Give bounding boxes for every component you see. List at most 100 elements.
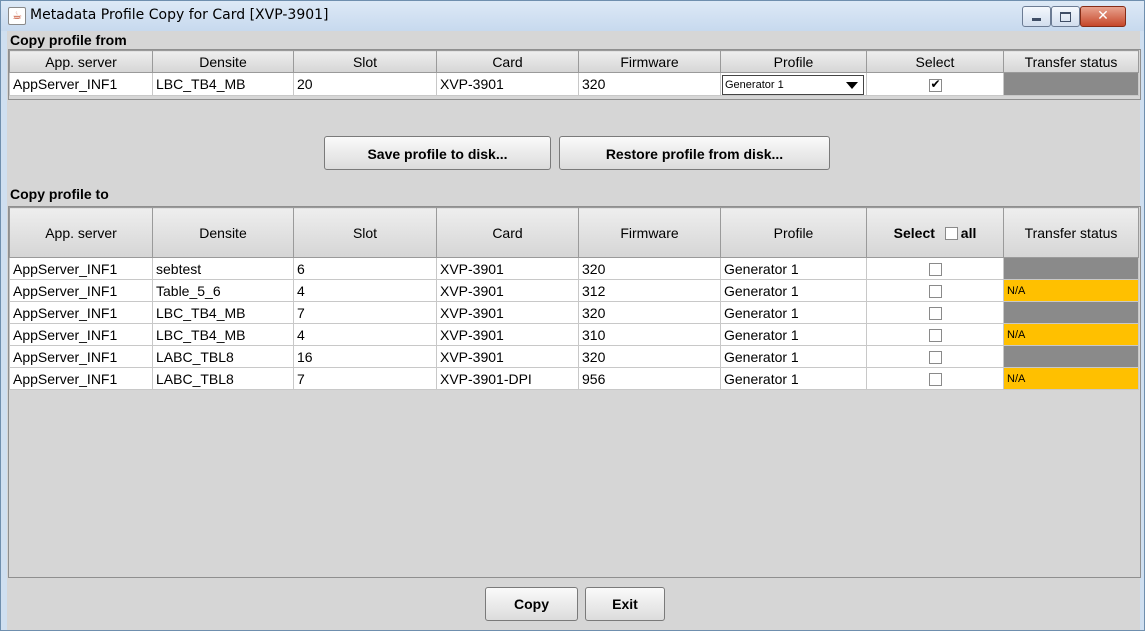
- column-header[interactable]: Densite: [152, 50, 294, 73]
- app-server-cell[interactable]: AppServer_INF1: [9, 72, 153, 96]
- select-cell: [866, 279, 1004, 302]
- app-server-cell[interactable]: AppServer_INF1: [9, 279, 153, 302]
- maximize-button[interactable]: [1051, 6, 1080, 27]
- densite-cell[interactable]: LBC_TB4_MB: [152, 301, 294, 324]
- app-server-cell[interactable]: AppServer_INF1: [9, 257, 153, 280]
- select-checkbox[interactable]: [928, 329, 942, 343]
- firmware-cell[interactable]: 320: [578, 257, 721, 280]
- app-server-cell[interactable]: AppServer_INF1: [9, 345, 153, 368]
- densite-cell[interactable]: Table_5_6: [152, 279, 294, 302]
- column-header[interactable]: Slot: [293, 50, 437, 73]
- table-row[interactable]: AppServer_INF1 LBC_TB4_MB 4 XVP-3901 310 Gene…: [9, 323, 1139, 346]
- copy-from-header: App. server Densite Slot Card Firmware P…: [9, 50, 1139, 73]
- table-row[interactable]: AppServer_INF1 LBC_TB4_MB 20 XVP-3901 32…: [9, 72, 1139, 96]
- profile-cell[interactable]: Generator 1: [720, 345, 867, 368]
- minimize-icon: [1032, 18, 1041, 21]
- densite-cell[interactable]: LABC_TBL8: [152, 367, 294, 390]
- select-all-label: all: [960, 224, 977, 241]
- select-cell: [866, 323, 1004, 346]
- select-checkbox[interactable]: [928, 373, 942, 387]
- copy-button[interactable]: Copy: [485, 587, 578, 621]
- select-checkbox[interactable]: [928, 77, 942, 92]
- densite-cell[interactable]: LABC_TBL8: [152, 345, 294, 368]
- profile-cell[interactable]: Generator 1: [720, 301, 867, 324]
- title-bar[interactable]: ☕ Metadata Profile Copy for Card [XVP-39…: [1, 1, 1144, 31]
- column-header[interactable]: Transfer status: [1003, 207, 1139, 258]
- table-row[interactable]: AppServer_INF1 LBC_TB4_MB 7 XVP-3901 320 Gene…: [9, 301, 1139, 324]
- column-header[interactable]: Profile: [720, 207, 867, 258]
- transfer-status-cell: [1003, 257, 1139, 280]
- slot-cell[interactable]: 7: [293, 367, 437, 390]
- slot-cell[interactable]: 6: [293, 257, 437, 280]
- app-server-cell[interactable]: AppServer_INF1: [9, 367, 153, 390]
- firmware-cell[interactable]: 956: [578, 367, 721, 390]
- card-cell[interactable]: XVP-3901: [436, 345, 579, 368]
- column-header[interactable]: Card: [436, 50, 579, 73]
- table-row[interactable]: AppServer_INF1 Table_5_6 4 XVP-3901 312 Gener…: [9, 279, 1139, 302]
- select-all-checkbox[interactable]: [944, 227, 958, 241]
- restore-profile-button[interactable]: Restore profile from disk...: [559, 136, 830, 170]
- card-cell[interactable]: XVP-3901: [436, 301, 579, 324]
- java-icon: ☕: [8, 7, 26, 25]
- select-checkbox[interactable]: [928, 307, 942, 321]
- app-server-cell[interactable]: AppServer_INF1: [9, 323, 153, 346]
- column-header[interactable]: Densite: [152, 207, 294, 258]
- table-row[interactable]: AppServer_INF1 LABC_TBL8 16 XVP-3901 320 Gene…: [9, 345, 1139, 368]
- copy-to-label: Copy profile to: [10, 186, 109, 202]
- save-profile-button[interactable]: Save profile to disk...: [324, 136, 551, 170]
- column-header[interactable]: Profile: [720, 50, 867, 73]
- profile-dropdown[interactable]: Generator 1: [722, 75, 864, 95]
- card-cell[interactable]: XVP-3901: [436, 72, 579, 96]
- densite-cell[interactable]: sebtest: [152, 257, 294, 280]
- select-checkbox[interactable]: [928, 285, 942, 299]
- column-header[interactable]: Transfer status: [1003, 50, 1139, 73]
- transfer-status-cell: N/A: [1003, 279, 1139, 302]
- slot-cell[interactable]: 7: [293, 301, 437, 324]
- slot-cell[interactable]: 4: [293, 279, 437, 302]
- transfer-status-cell: N/A: [1003, 367, 1139, 390]
- profile-cell[interactable]: Generator 1: [720, 323, 867, 346]
- column-header[interactable]: Firmware: [578, 207, 721, 258]
- slot-cell[interactable]: 20: [293, 72, 437, 96]
- copy-to-header: App. server Densite Slot Card Firmware P…: [9, 207, 1139, 258]
- card-cell[interactable]: XVP-3901: [436, 257, 579, 280]
- select-checkbox[interactable]: [928, 351, 942, 365]
- densite-cell[interactable]: LBC_TB4_MB: [152, 72, 294, 96]
- firmware-cell[interactable]: 312: [578, 279, 721, 302]
- copy-from-label: Copy profile from: [10, 32, 127, 48]
- profile-cell[interactable]: Generator 1: [720, 367, 867, 390]
- firmware-cell[interactable]: 320: [578, 345, 721, 368]
- dialog-content: Copy profile from App. server Densite Sl…: [7, 31, 1141, 630]
- profile-dropdown-value: Generator 1: [725, 79, 784, 91]
- profile-cell: Generator 1: [720, 72, 867, 96]
- card-cell[interactable]: XVP-3901-DPI: [436, 367, 579, 390]
- profile-cell[interactable]: Generator 1: [720, 279, 867, 302]
- select-checkbox[interactable]: [928, 263, 942, 277]
- dialog-window: ☕ Metadata Profile Copy for Card [XVP-39…: [0, 0, 1145, 631]
- firmware-cell[interactable]: 320: [578, 301, 721, 324]
- column-header[interactable]: Slot: [293, 207, 437, 258]
- table-row[interactable]: AppServer_INF1 sebtest 6 XVP-3901 320 Generat…: [9, 257, 1139, 280]
- transfer-status-cell: [1003, 72, 1139, 96]
- exit-button[interactable]: Exit: [585, 587, 665, 621]
- table-row[interactable]: AppServer_INF1 LABC_TBL8 7 XVP-3901-DPI 956 G…: [9, 367, 1139, 390]
- column-header[interactable]: App. server: [9, 50, 153, 73]
- slot-cell[interactable]: 4: [293, 323, 437, 346]
- firmware-cell[interactable]: 320: [578, 72, 721, 96]
- column-header[interactable]: App. server: [9, 207, 153, 258]
- firmware-cell[interactable]: 310: [578, 323, 721, 346]
- card-cell[interactable]: XVP-3901: [436, 323, 579, 346]
- profile-cell[interactable]: Generator 1: [720, 257, 867, 280]
- select-cell: [866, 301, 1004, 324]
- copy-from-table: App. server Densite Slot Card Firmware P…: [9, 50, 1139, 96]
- app-server-cell[interactable]: AppServer_INF1: [9, 301, 153, 324]
- column-header[interactable]: Select: [866, 50, 1004, 73]
- minimize-button[interactable]: [1022, 6, 1051, 27]
- close-button[interactable]: ✕: [1080, 6, 1126, 27]
- slot-cell[interactable]: 16: [293, 345, 437, 368]
- select-cell: [866, 72, 1004, 96]
- card-cell[interactable]: XVP-3901: [436, 279, 579, 302]
- column-header[interactable]: Card: [436, 207, 579, 258]
- densite-cell[interactable]: LBC_TB4_MB: [152, 323, 294, 346]
- column-header[interactable]: Firmware: [578, 50, 721, 73]
